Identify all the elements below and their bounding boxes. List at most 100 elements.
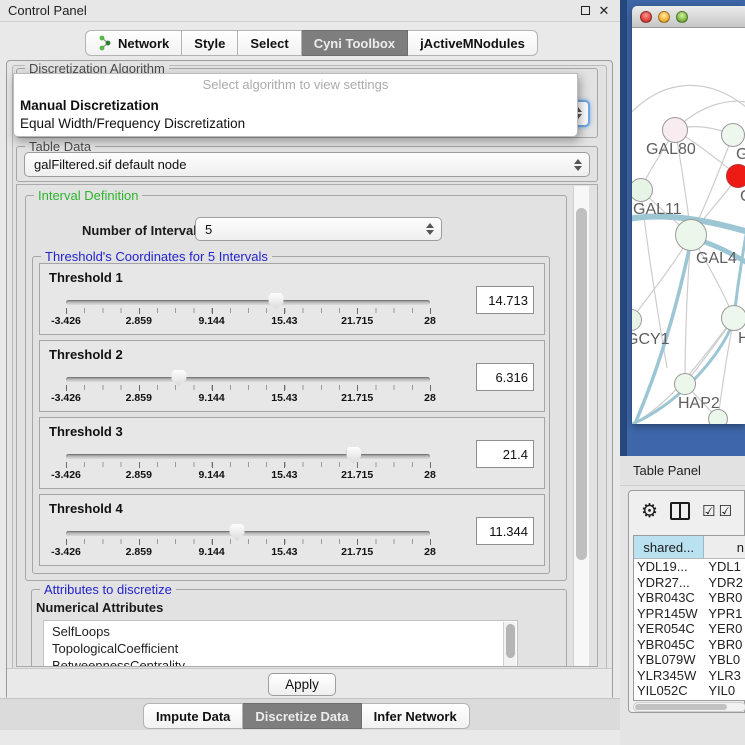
table-row[interactable]: YER054CYER0 [634, 621, 745, 637]
popup-item-equal-width-frequency[interactable]: Equal Width/Frequency Discretization [18, 116, 574, 133]
slider-minor-ticks [66, 308, 430, 313]
table-panel-title: Table Panel [633, 463, 701, 478]
table-panel: Table Panel ⚙ ☑ ☑ shared... n YDL19...YD… [620, 456, 745, 745]
apply-button[interactable]: Apply [268, 673, 336, 696]
tab-cyni-toolbox-label: Cyni Toolbox [314, 36, 395, 51]
slider-track[interactable] [66, 454, 430, 459]
node-attribute-table[interactable]: shared... n YDL19...YDL1 YDR27...YDR2 YB… [633, 535, 745, 701]
table-row[interactable]: YDR27...YDR2 [634, 575, 745, 591]
popup-item-manual-discretization[interactable]: Manual Discretization [18, 98, 574, 115]
tab-infer-network[interactable]: Infer Network [362, 703, 470, 729]
node-gal4[interactable] [675, 219, 707, 251]
table-horizontal-scrollbar[interactable] [633, 702, 745, 712]
attributes-list-scrollbar[interactable] [503, 622, 516, 667]
mac-close-icon[interactable] [640, 11, 652, 23]
desktop-edge [620, 0, 627, 456]
bottom-tab-bar: Impute Data Discretize Data Infer Networ… [143, 703, 470, 729]
scrollbar-thumb[interactable] [506, 624, 515, 658]
tab-jactivemnodules-label: jActiveMNodules [420, 36, 525, 51]
tab-discretize-data[interactable]: Discretize Data [243, 703, 361, 729]
tab-infer-network-label: Infer Network [374, 709, 457, 724]
checkbox-checked-icon[interactable]: ☑ [702, 504, 715, 519]
table-header-row: shared... n [634, 536, 745, 559]
float-window-icon[interactable] [578, 4, 592, 18]
node-h[interactable] [721, 305, 745, 331]
slider-track[interactable] [66, 300, 430, 305]
table-row[interactable]: YIL052CYIL0 [634, 683, 745, 699]
scrollbar-thumb[interactable] [576, 208, 587, 560]
number-of-intervals-combobox[interactable]: 5 [195, 217, 442, 241]
tab-cyni-toolbox[interactable]: Cyni Toolbox [302, 30, 408, 56]
thresholds-coordinates-group: Threshold's Coordinates for 5 Intervals … [32, 256, 550, 574]
table-row[interactable]: YDL19...YDL1 [634, 559, 745, 575]
network-canvas[interactable]: GAL80 G C GAL11 GAL4 GCY1 H HAP2 [632, 28, 745, 424]
threshold-3-value-field[interactable]: 21.4 [476, 440, 534, 468]
threshold-4-slider[interactable]: -3.4262.8599.14415.4321.71528 [66, 525, 430, 561]
close-icon[interactable]: ✕ [597, 4, 611, 18]
right-panel: GAL80 G C GAL11 GAL4 GCY1 H HAP2 [620, 0, 745, 745]
gear-icon[interactable]: ⚙ [641, 502, 658, 521]
table-row[interactable]: YBR043CYBR0 [634, 590, 745, 606]
threshold-1-label: Threshold 1 [49, 270, 123, 285]
slider-track[interactable] [66, 531, 430, 536]
panel-title: Control Panel [8, 3, 87, 18]
threshold-1-value-field[interactable]: 14.713 [476, 286, 534, 314]
tab-impute-data[interactable]: Impute Data [143, 703, 243, 729]
table-row[interactable]: YLR345WYLR3 [634, 668, 745, 684]
table-data-combobox[interactable]: galFiltered.sif default node [24, 152, 590, 177]
node-hap2[interactable] [674, 373, 696, 395]
mac-minimize-icon[interactable] [658, 11, 670, 23]
tab-impute-data-label: Impute Data [156, 709, 230, 724]
threshold-2-value-field[interactable]: 6.316 [476, 363, 534, 391]
node-label-gal4: GAL4 [696, 250, 737, 268]
list-item[interactable]: SelfLoops [52, 624, 110, 640]
node-red[interactable] [726, 164, 745, 188]
attributes-to-discretize-group: Attributes to discretize Numerical Attri… [31, 589, 567, 667]
slider-tick-labels: -3.4262.8599.14415.4321.71528 [66, 469, 430, 482]
list-item[interactable]: TopologicalCoefficient [52, 641, 178, 657]
tab-select-label: Select [250, 36, 288, 51]
settings-scrollbar[interactable] [573, 186, 589, 667]
slider-minor-ticks [66, 385, 430, 390]
node-bottom-partial[interactable] [708, 409, 728, 424]
tab-select[interactable]: Select [238, 30, 301, 56]
node-label-gcy1: GCY1 [632, 331, 670, 349]
mac-zoom-icon[interactable] [676, 11, 688, 23]
network-window-titlebar [632, 6, 745, 28]
threshold-2-label: Threshold 2 [49, 347, 123, 362]
tab-style[interactable]: Style [182, 30, 238, 56]
threshold-2-slider[interactable]: -3.4262.8599.14415.4321.71528 [66, 371, 430, 407]
number-of-intervals-value: 5 [205, 222, 212, 237]
threshold-3-slider[interactable]: -3.4262.8599.14415.4321.71528 [66, 448, 430, 484]
popup-hint-text: Select algorithm to view settings [14, 77, 577, 92]
tab-jactivemnodules[interactable]: jActiveMNodules [408, 30, 538, 56]
column-layout-icon[interactable] [670, 502, 690, 520]
slider-track[interactable] [66, 377, 430, 382]
column-header-shared[interactable]: shared... [634, 536, 704, 558]
network-desktop-background: GAL80 G C GAL11 GAL4 GCY1 H HAP2 [620, 0, 745, 456]
attributes-to-discretize-label: Attributes to discretize [40, 582, 176, 597]
column-header-name[interactable]: n [704, 536, 745, 558]
float-square-glyph [581, 6, 590, 15]
algorithm-dropdown-popup: Select algorithm to view settings Manual… [13, 73, 578, 137]
tab-discretize-data-label: Discretize Data [255, 709, 348, 724]
slider-tick-labels: -3.4262.8599.14415.4321.71528 [66, 315, 430, 328]
list-item[interactable]: BetweennessCentrality [52, 658, 185, 667]
node-g[interactable] [721, 123, 745, 147]
combo-spinner-icon [425, 223, 434, 235]
node-gal80[interactable] [662, 117, 688, 143]
table-row[interactable]: YPR145WYPR1 [634, 606, 745, 622]
scrollbar-thumb[interactable] [635, 704, 727, 710]
table-row[interactable]: YBL079WYBL0 [634, 652, 745, 668]
node-label-g: G [736, 146, 745, 164]
tab-network[interactable]: Network [85, 30, 182, 56]
checkbox-checked-icon[interactable]: ☑ [719, 504, 732, 519]
control-panel-titlebar: Control Panel ✕ [0, 0, 620, 22]
table-row[interactable]: YBR045CYBR0 [634, 637, 745, 653]
interval-definition-group: Interval Definition Number of Intervals … [25, 195, 567, 581]
slider-tick-labels: -3.4262.8599.14415.4321.71528 [66, 392, 430, 405]
numerical-attributes-list[interactable]: SelfLoops TopologicalCoefficient Between… [43, 620, 518, 667]
threshold-1-slider[interactable]: -3.4262.8599.14415.4321.71528 [66, 294, 430, 330]
threshold-4-label: Threshold 4 [49, 501, 123, 516]
threshold-4-value-field[interactable]: 11.344 [476, 517, 534, 545]
